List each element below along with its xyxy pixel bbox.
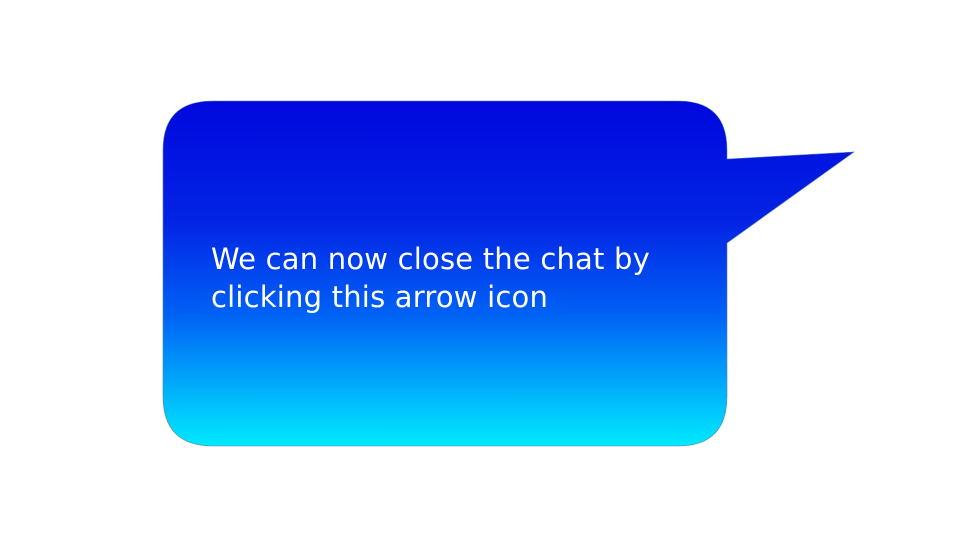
tutorial-slide: We can now close the chat by clicking th… xyxy=(0,0,960,540)
callout-line-1: We can now close the chat by xyxy=(211,242,650,276)
callout-message: We can now close the chat by clicking th… xyxy=(211,240,711,316)
callout-line-2: clicking this arrow icon xyxy=(211,280,549,314)
